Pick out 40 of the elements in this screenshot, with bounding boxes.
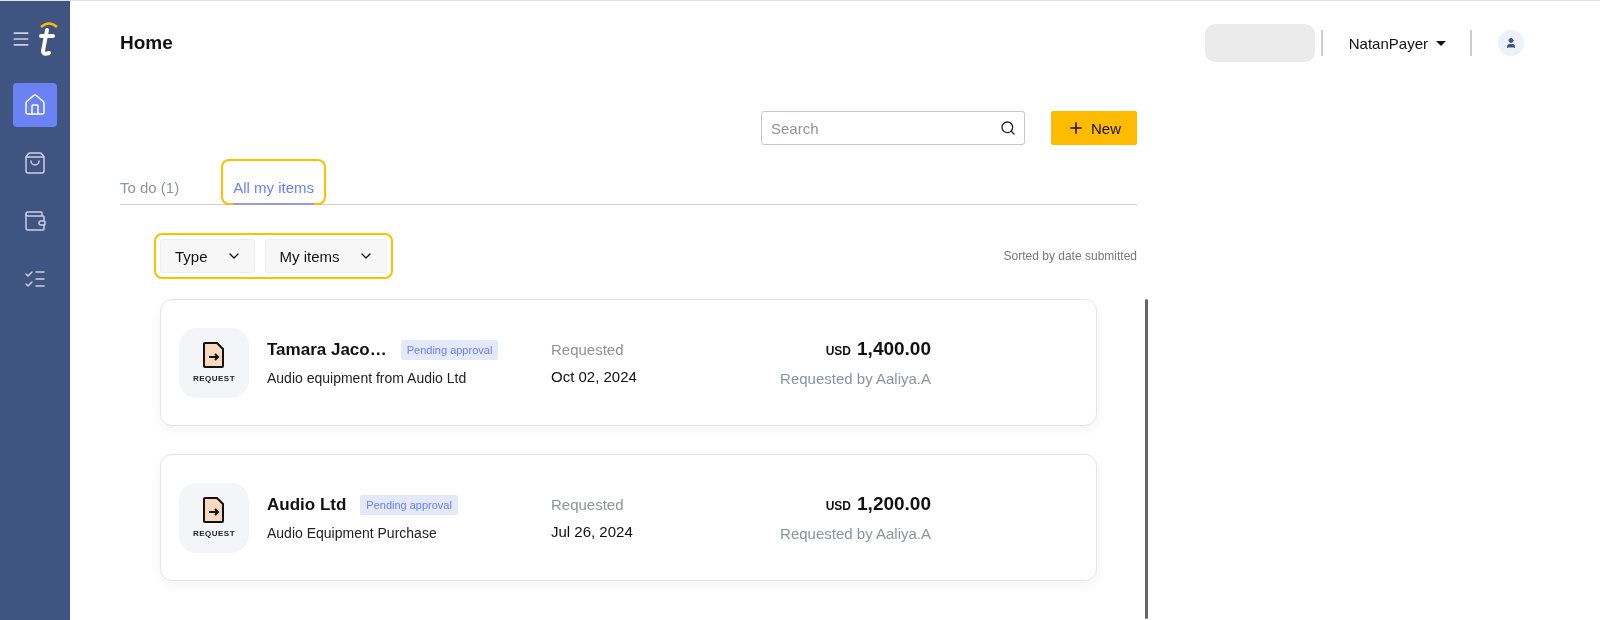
- item-date: Jul 26, 2024: [551, 522, 634, 540]
- status-badge: Pending approval: [360, 494, 458, 515]
- home-icon: [23, 93, 47, 117]
- item-description: Audio Equipment Purchase: [267, 524, 438, 541]
- item-description: Audio equipment from Audio Ltd: [267, 369, 468, 386]
- filter-dropdown[interactable]: My items: [264, 239, 387, 273]
- search-field[interactable]: Search: [761, 111, 1025, 145]
- date-label: Requested: [551, 340, 625, 358]
- caret-icon: [1436, 40, 1446, 46]
- new-button[interactable]: New: [1051, 111, 1137, 145]
- page-title: Home: [120, 32, 174, 54]
- document-arrow-icon: [203, 342, 225, 368]
- item-card[interactable]: REQUEST Audio Ltd Pending approval Audio Equipment Purchase Requested Jul 26, 2024 USD 1,200.00 Requested by Aaliya.A: [160, 454, 1097, 581]
- avatar-button[interactable]: [1498, 30, 1524, 56]
- nav-button[interactable]: [13, 83, 57, 127]
- menu-icon[interactable]: [11, 29, 31, 49]
- item-date: Oct 02, 2024: [551, 367, 638, 385]
- document-arrow-icon: [203, 497, 225, 523]
- tile-label: REQUEST: [192, 374, 236, 383]
- user-icon: [1505, 37, 1517, 49]
- item-amount: USD 1,200.00: [825, 493, 931, 515]
- status-badge: Pending approval: [400, 339, 499, 360]
- scrollbar[interactable]: [1145, 299, 1148, 619]
- item-amount: USD 1,400.00: [825, 338, 931, 360]
- tab[interactable]: All my items: [221, 159, 327, 205]
- requester: Requested by Aaliya.A: [780, 370, 931, 387]
- wallet-icon: [23, 209, 47, 233]
- user-menu[interactable]: NatanPayer: [1348, 34, 1446, 52]
- tile-label: REQUEST: [192, 529, 236, 538]
- bag-icon: [23, 151, 47, 175]
- logo-icon: [37, 21, 59, 57]
- date-label: Requested: [551, 495, 625, 513]
- item-title: Tamara Jaco…: [267, 339, 387, 360]
- search-icon: [1000, 120, 1016, 136]
- filter-dropdown[interactable]: Type: [160, 239, 255, 273]
- item-title: Audio Ltd: [267, 494, 347, 515]
- requester: Requested by Aaliya.A: [780, 525, 931, 542]
- item-card[interactable]: REQUEST Tamara Jaco… Pending approval Audio equipment from Audio Ltd Requested Oct 02, 2024 USD 1,400.00 Requested by Aaliya.A: [160, 299, 1097, 426]
- plus-icon: [1067, 119, 1085, 137]
- sort-note: Sorted by date submitted: [1003, 249, 1137, 263]
